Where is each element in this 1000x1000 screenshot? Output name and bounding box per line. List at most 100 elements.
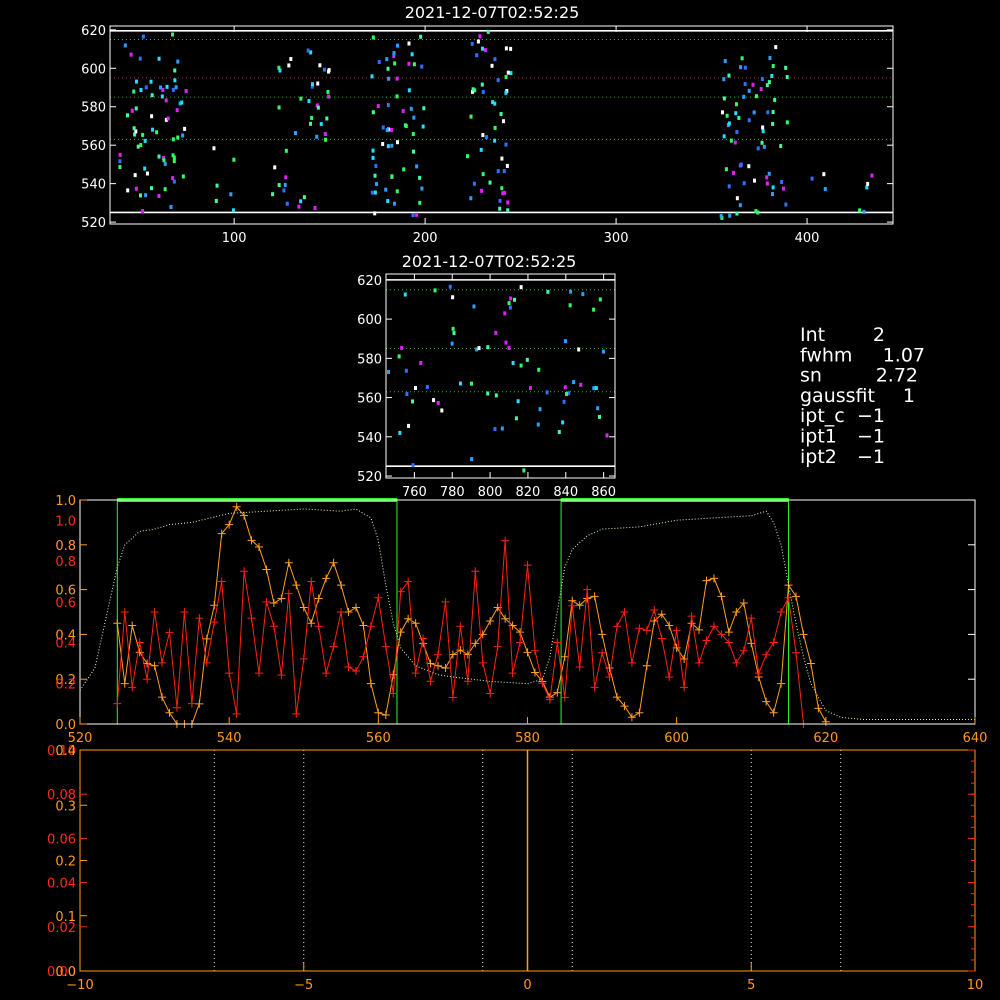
info-value-ipt-c: −1 bbox=[857, 405, 885, 427]
panel-1-point bbox=[771, 110, 775, 115]
panel-1-point bbox=[396, 43, 400, 48]
panel-3-ytick-red-label: 0.8 bbox=[55, 555, 76, 570]
panel-1-point bbox=[283, 182, 287, 187]
panel-1-ytick-label: 580 bbox=[81, 101, 106, 116]
panel-1-point bbox=[742, 181, 746, 186]
panel-1-point bbox=[490, 63, 494, 68]
panel-1-point bbox=[760, 77, 764, 82]
panel-1-point bbox=[375, 182, 379, 187]
panel-1-point bbox=[735, 196, 739, 201]
panel-2-point bbox=[545, 390, 549, 395]
info-label-Int: Int bbox=[800, 324, 825, 346]
panel-1-point bbox=[782, 186, 786, 191]
panel-1-point bbox=[415, 164, 419, 169]
panel-2-point bbox=[546, 289, 550, 294]
panel-2-point bbox=[592, 307, 596, 312]
panel-2-point bbox=[563, 339, 567, 344]
panel-1-point bbox=[756, 210, 760, 215]
panel-2-ytick-label: 600 bbox=[357, 313, 382, 328]
panel-1-point bbox=[784, 202, 788, 207]
panel-1-point bbox=[493, 138, 497, 143]
panel-2-point bbox=[528, 386, 532, 391]
panel-2-xtick-label: 760 bbox=[402, 485, 427, 500]
panel-1-point bbox=[118, 159, 122, 164]
panel-2-xtick-label: 840 bbox=[553, 485, 578, 500]
panel-2-point bbox=[605, 433, 609, 438]
panel-1-point bbox=[319, 122, 323, 127]
panel-2-point bbox=[400, 345, 404, 350]
panel-1-point bbox=[386, 144, 390, 149]
panel-1-point bbox=[499, 112, 503, 117]
panel-1-point bbox=[422, 106, 426, 111]
panel-1-xtick-label: 400 bbox=[795, 231, 820, 246]
panel-1-point bbox=[509, 46, 513, 51]
panel-2-point bbox=[407, 423, 411, 428]
panel-1-ytick-label: 560 bbox=[81, 139, 106, 154]
panel-1-point bbox=[754, 94, 758, 99]
panel-1-point bbox=[384, 187, 388, 192]
panel-1-point bbox=[481, 172, 485, 177]
panel-1-point bbox=[729, 138, 733, 143]
panel-1-point bbox=[389, 127, 393, 132]
panel-1-point bbox=[174, 85, 178, 90]
panel-1-point bbox=[184, 88, 188, 93]
panel-1-point bbox=[171, 176, 175, 181]
panel-1-point bbox=[719, 214, 723, 219]
panel-1-point bbox=[740, 56, 744, 61]
panel-1-point bbox=[302, 195, 306, 200]
panel-1-point bbox=[151, 127, 155, 132]
panel-1-point bbox=[419, 34, 423, 39]
panel-1-point bbox=[277, 183, 281, 188]
panel-1-point bbox=[371, 148, 375, 153]
panel-1-point bbox=[412, 62, 416, 67]
panel-1-point bbox=[171, 87, 175, 92]
panel-1-point bbox=[134, 186, 138, 191]
panel-1-point bbox=[401, 109, 405, 114]
panel-1-point bbox=[770, 73, 774, 78]
panel-2-point bbox=[516, 399, 520, 404]
panel-2-point bbox=[411, 463, 415, 468]
panel-1-point bbox=[287, 63, 291, 68]
panel-4-ytick-orange-label: 0.2 bbox=[55, 855, 76, 870]
panel-1-point bbox=[134, 106, 138, 111]
panel-1-point bbox=[386, 103, 390, 108]
panel-2-point bbox=[509, 296, 513, 301]
panel-1-point bbox=[231, 208, 235, 213]
panel-2-point bbox=[513, 297, 517, 302]
panel-1-point bbox=[765, 83, 769, 88]
panel-1-point bbox=[214, 198, 218, 203]
panel-2-point bbox=[486, 391, 490, 396]
panel-2-point bbox=[563, 385, 567, 390]
panel-3-xtick-label: 580 bbox=[515, 731, 540, 746]
panel-1-point bbox=[273, 165, 277, 170]
panel-1-point bbox=[370, 74, 374, 79]
panel-1-point bbox=[160, 94, 164, 99]
panel-1-point bbox=[125, 113, 129, 118]
panel-1-point bbox=[327, 69, 331, 74]
panel-1-point bbox=[771, 185, 775, 190]
panel-1-point bbox=[166, 116, 170, 121]
panel-1-point bbox=[306, 48, 310, 53]
panel-1-point bbox=[771, 64, 775, 69]
panel-1-point bbox=[774, 45, 778, 50]
panel-1-point bbox=[164, 98, 168, 103]
panel-2-point bbox=[561, 420, 565, 425]
panel-1-point bbox=[421, 124, 425, 129]
panel-1-point bbox=[407, 88, 411, 93]
panel-1-point bbox=[739, 65, 743, 70]
panel-1-point bbox=[392, 51, 396, 56]
panel-1-point bbox=[784, 65, 788, 70]
panel-1-point bbox=[316, 81, 320, 86]
panel-1-point bbox=[504, 46, 508, 51]
panel-1-point bbox=[161, 87, 165, 92]
panel-1-point bbox=[722, 77, 726, 82]
panel-1-point bbox=[737, 115, 741, 120]
panel-2-point bbox=[398, 430, 402, 435]
panel-1-point bbox=[743, 82, 747, 87]
panel-2-point bbox=[536, 422, 540, 427]
panel-2-point bbox=[432, 398, 436, 403]
panel-2-title: 2021-12-07T02:52:25 bbox=[402, 252, 577, 271]
panel-1-point bbox=[810, 176, 814, 181]
panel-1-point bbox=[742, 94, 746, 99]
panel-1-point bbox=[157, 56, 161, 61]
